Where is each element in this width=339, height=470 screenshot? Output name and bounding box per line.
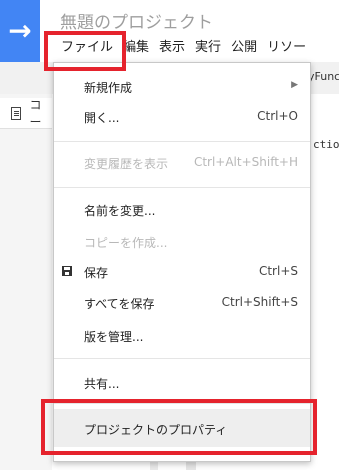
menu-item-save-all[interactable]: すべてを保存 Ctrl+Shift+S [54,287,310,317]
arrow-icon: → [8,14,32,47]
menu-separator [54,141,310,142]
function-select[interactable]: yFunc [308,70,339,83]
file-item-label: コー [29,98,42,129]
menu-separator [54,187,310,188]
menu-item-manage-versions[interactable]: 版を管理... [54,320,310,350]
menu-item-save-all-label: すべてを保存 [84,297,155,311]
shortcut-label: Ctrl+Alt+Shift+H [193,155,298,169]
file-item[interactable]: コー [0,98,52,129]
menu-item-revision-history: 変更履歴を表示 Ctrl+Alt+Shift+H [54,147,310,177]
submenu-arrow-icon: ▶ [291,80,298,90]
menu-item-make-copy-label: コピーを作成... [84,236,168,250]
save-icon [62,266,72,276]
menu-view[interactable]: 表示 [154,37,190,59]
menu-run[interactable]: 実行 [190,37,226,59]
menu-item-save[interactable]: 保存 Ctrl+S [54,256,310,286]
highlight-box-file-menu [44,31,126,71]
menu-item-share-label: 共有... [84,377,120,391]
menu-item-share[interactable]: 共有... [54,367,310,397]
menu-item-save-label: 保存 [84,266,109,280]
shortcut-label: Ctrl+O [257,109,298,123]
menu-item-make-copy: コピーを作成... [54,226,310,256]
menu-item-open-label: 開く... [84,111,120,125]
menu-item-open[interactable]: 開く... Ctrl+O [54,101,310,131]
menu-item-rename-label: 名前を変更... [84,204,156,218]
menu-publish[interactable]: 公開 [226,37,262,59]
menu-item-new[interactable]: 新規作成 ▶ [54,71,310,101]
menu-item-rename[interactable]: 名前を変更... [54,194,310,224]
apps-script-logo[interactable]: → [0,0,40,62]
highlight-box-project-properties [41,399,317,455]
menu-separator [54,358,310,359]
code-fragment: ctio [313,138,339,151]
shortcut-label: Ctrl+S [258,264,298,278]
project-title[interactable]: 無題のプロジェクト [60,8,213,33]
menu-item-new-label: 新規作成 [84,81,133,95]
app-window: → 無題のプロジェクト ファイル 編集 表示 実行 公開 リソー yFunc コ… [0,0,339,470]
menu-resources[interactable]: リソー [262,37,311,59]
shortcut-label: Ctrl+Shift+S [221,295,298,309]
document-icon [11,106,22,120]
menu-item-revision-history-label: 変更履歴を表示 [84,157,169,171]
menu-item-manage-versions-label: 版を管理... [84,330,144,344]
